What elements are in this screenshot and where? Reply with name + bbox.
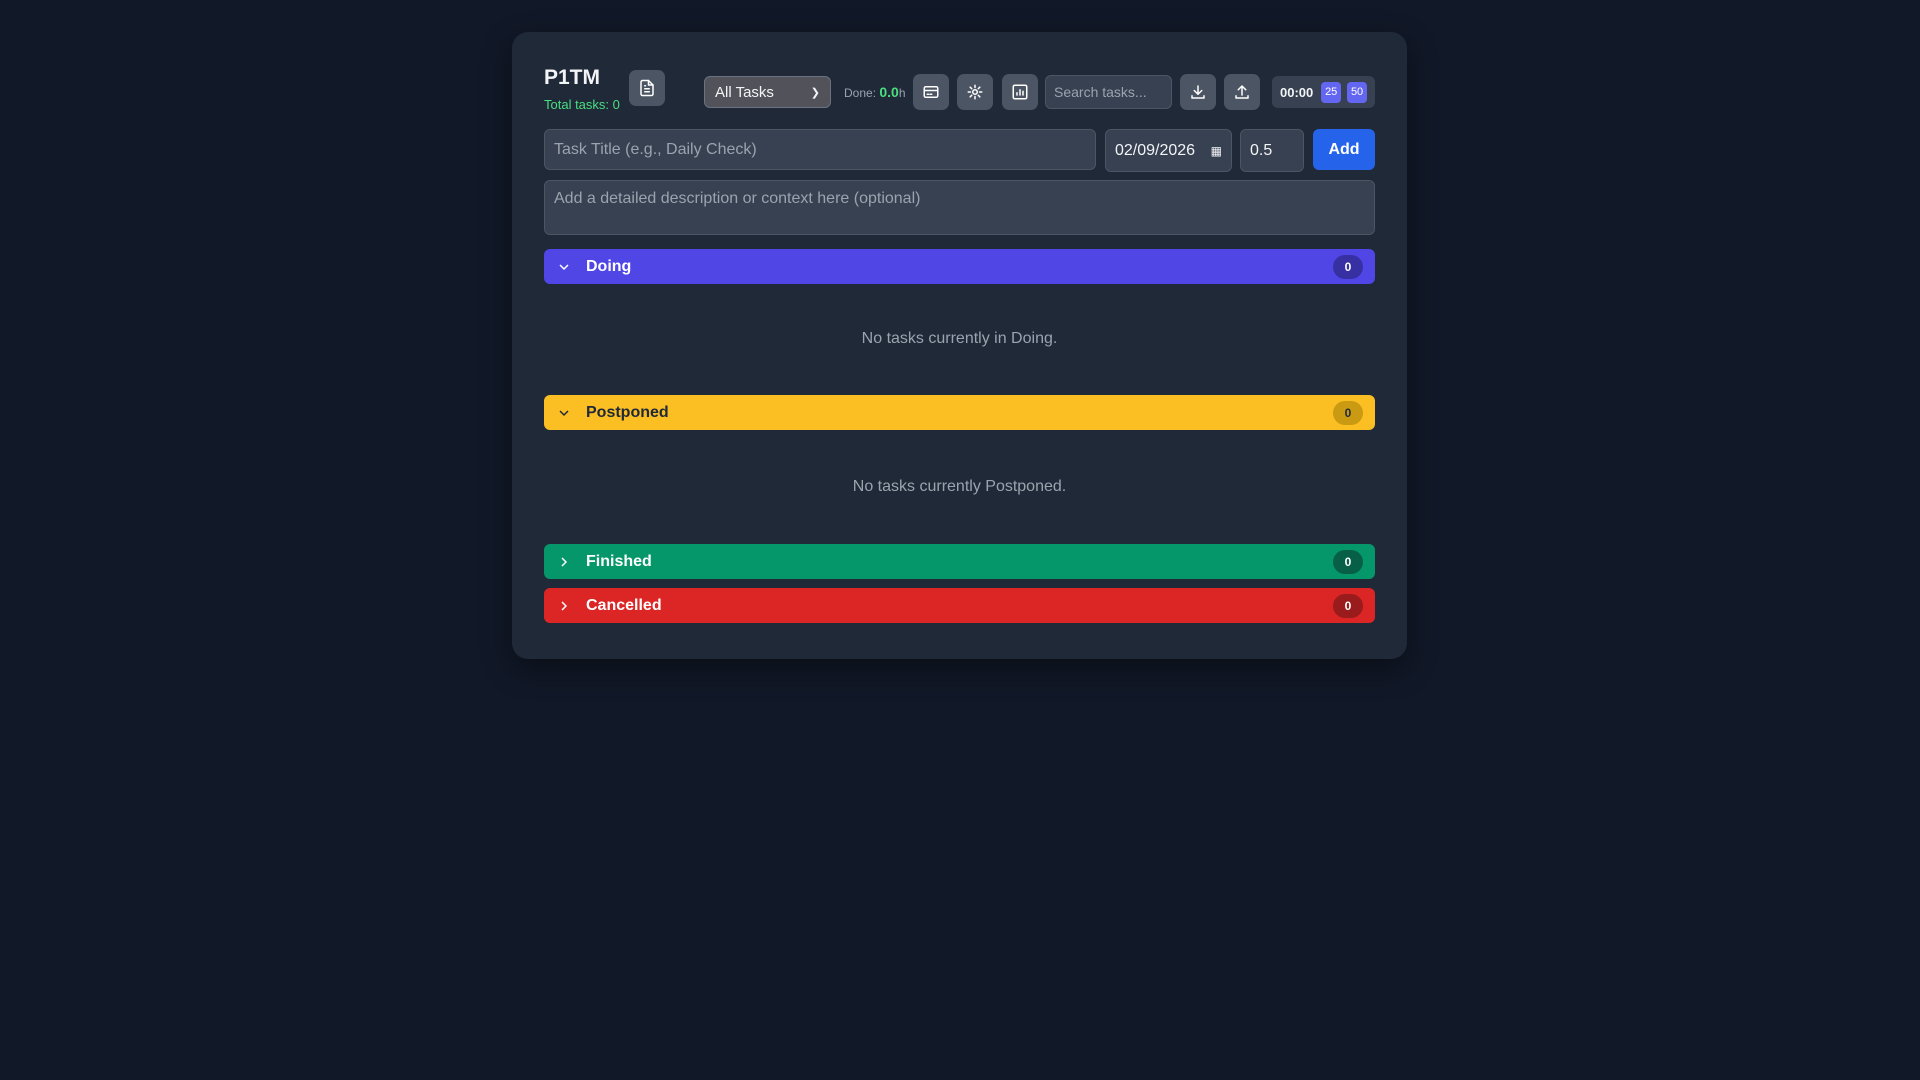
chevron-right-icon (561, 556, 568, 567)
card-view-button[interactable] (913, 74, 949, 110)
settings-button[interactable] (957, 74, 993, 110)
pomodoro-timer: 00:00 25 50 (1272, 76, 1375, 108)
count-badge: 0 (1333, 254, 1363, 279)
filter-value: All Tasks (715, 83, 774, 101)
section-label: Finished (586, 552, 652, 570)
report-button[interactable] (629, 70, 665, 106)
import-button[interactable] (1224, 74, 1260, 110)
chevron-down-icon (559, 263, 569, 270)
timer-display: 00:00 (1280, 84, 1314, 100)
section-postponed-header[interactable]: Postponed 0 (544, 395, 1375, 430)
description-textarea[interactable]: Add a detailed description or context he… (544, 180, 1375, 235)
section-finished-header[interactable]: Finished 0 (544, 544, 1375, 579)
filter-select[interactable]: All Tasks ❯ (704, 76, 831, 108)
credit-card-icon (923, 86, 939, 98)
chevron-right-icon (561, 600, 568, 611)
count-badge: 0 (1333, 400, 1363, 425)
pomodoro-25-button[interactable]: 25 (1321, 81, 1342, 103)
stats-button[interactable] (1002, 74, 1038, 110)
export-button[interactable] (1180, 74, 1216, 110)
empty-postponed-message: No tasks currently Postponed. (852, 478, 1067, 495)
add-button[interactable]: Add (1313, 129, 1375, 170)
task-title-input[interactable]: Task Title (e.g., Daily Check) (544, 129, 1096, 170)
section-label: Doing (586, 257, 632, 275)
task-manager-card: P1TM Total tasks: 0 All Tasks ❯ Done: 0.0… (512, 32, 1407, 659)
bar-chart-icon (1012, 84, 1028, 100)
chevron-down-icon: ❯ (810, 86, 820, 99)
gear-icon (967, 84, 983, 100)
upload-icon (1235, 85, 1249, 99)
done-hours: Done: 0.0h (844, 84, 906, 100)
pomodoro-50-button[interactable]: 50 (1347, 81, 1367, 103)
section-label: Cancelled (586, 596, 662, 614)
date-input[interactable]: 02/09/2026 ▦ (1105, 129, 1232, 172)
total-tasks: Total tasks: 0 (544, 97, 620, 112)
hours-input[interactable]: 0.5 (1240, 129, 1304, 172)
calendar-icon[interactable]: ▦ (1211, 144, 1222, 158)
chevron-down-icon (559, 409, 569, 416)
date-value: 02/09/2026 (1115, 141, 1196, 159)
count-badge: 0 (1333, 593, 1363, 618)
section-label: Postponed (586, 403, 669, 421)
file-text-icon (640, 79, 654, 97)
empty-doing-message: No tasks currently in Doing. (861, 330, 1058, 347)
app-title: P1TM (544, 66, 601, 89)
search-input[interactable]: Search tasks... (1045, 75, 1172, 109)
download-icon (1191, 85, 1205, 99)
count-badge: 0 (1333, 549, 1363, 574)
section-cancelled-header[interactable]: Cancelled 0 (544, 588, 1375, 623)
section-doing-header[interactable]: Doing 0 (544, 249, 1375, 284)
